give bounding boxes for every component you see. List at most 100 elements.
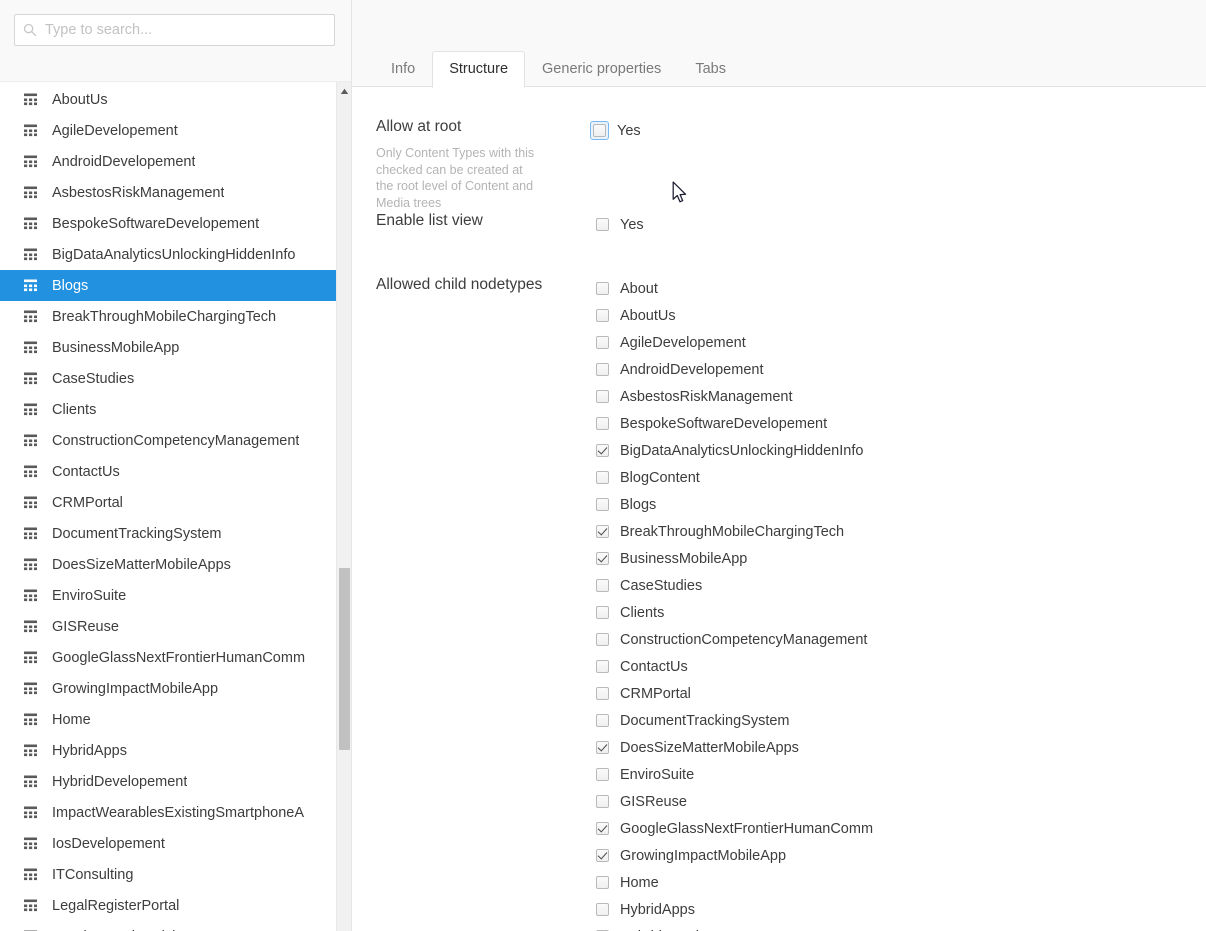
tree-item-asbestosriskmanagement[interactable]: AsbestosRiskManagement: [0, 177, 351, 208]
tree-item-home[interactable]: Home: [0, 704, 351, 735]
tree-item-crmportal[interactable]: CRMPortal: [0, 487, 351, 518]
tree-item-gisreuse[interactable]: GISReuse: [0, 611, 351, 642]
nodetype-option-row[interactable]: GISReuse: [596, 788, 1206, 815]
tree-item-aboutus[interactable]: AboutUs: [0, 84, 351, 115]
nodetype-option-row[interactable]: AgileDevelopement: [596, 329, 1206, 356]
tree-item-blogs[interactable]: Blogs: [0, 270, 351, 301]
tree-item-legalregisterportal[interactable]: LegalRegisterPortal: [0, 890, 351, 921]
nodetype-checkbox[interactable]: [596, 309, 609, 322]
nodetype-option-row[interactable]: GrowingImpactMobileApp: [596, 842, 1206, 869]
nodetype-option-row[interactable]: ConstructionCompetencyManagement: [596, 626, 1206, 653]
tree-item-breakthroughmobilechargingtech[interactable]: BreakThroughMobileChargingTech: [0, 301, 351, 332]
document-type-grid-icon: [24, 837, 39, 850]
nodetype-option-row[interactable]: BigDataAnalyticsUnlockingHiddenInfo: [596, 437, 1206, 464]
tree-item-businessmobileapp[interactable]: BusinessMobileApp: [0, 332, 351, 363]
nodetype-checkbox[interactable]: [596, 552, 609, 565]
tab-tabs[interactable]: Tabs: [678, 51, 743, 87]
tab-info[interactable]: Info: [374, 51, 432, 87]
tree-item-androiddevelopement[interactable]: AndroidDevelopement: [0, 146, 351, 177]
tree-item-bigdataanalyticsunlockinghiddeninfo[interactable]: BigDataAnalyticsUnlockingHiddenInfo: [0, 239, 351, 270]
tree-item-bespokesoftwaredevelopement[interactable]: BespokeSoftwareDevelopement: [0, 208, 351, 239]
nodetype-option-row[interactable]: AboutUs: [596, 302, 1206, 329]
tab-structure[interactable]: Structure: [432, 51, 525, 88]
nodetype-checkbox-label: BlogContent: [620, 470, 700, 486]
nodetype-option-row[interactable]: Blogs: [596, 491, 1206, 518]
tree-item-levelcrosssingriskassessment[interactable]: LevelCrosssingRiskAssessment: [0, 921, 351, 931]
nodetype-option-row[interactable]: CaseStudies: [596, 572, 1206, 599]
nodetype-option-row[interactable]: EnviroSuite: [596, 761, 1206, 788]
nodetype-checkbox-label: GoogleGlassNextFrontierHumanComm: [620, 821, 873, 837]
nodetype-checkbox[interactable]: [596, 444, 609, 457]
nodetype-option-row[interactable]: BlogContent: [596, 464, 1206, 491]
nodetype-option-row[interactable]: CRMPortal: [596, 680, 1206, 707]
tree-item-agiledevelopement[interactable]: AgileDevelopement: [0, 115, 351, 146]
allow-at-root-checkbox-row[interactable]: Yes: [593, 117, 1206, 144]
allow-at-root-checkbox[interactable]: [593, 124, 606, 137]
nodetype-option-row[interactable]: DoesSizeMatterMobileApps: [596, 734, 1206, 761]
enable-list-view-checkbox-row[interactable]: Yes: [596, 211, 1206, 238]
search-box[interactable]: [14, 14, 335, 46]
nodetype-option-row[interactable]: AndroidDevelopement: [596, 356, 1206, 383]
tree-scrollbar[interactable]: [336, 82, 351, 931]
nodetype-checkbox[interactable]: [596, 687, 609, 700]
nodetype-checkbox[interactable]: [596, 741, 609, 754]
nodetype-option-row[interactable]: Home: [596, 869, 1206, 896]
tree-item-iosdevelopement[interactable]: IosDevelopement: [0, 828, 351, 859]
nodetype-checkbox[interactable]: [596, 471, 609, 484]
tree-item-impactwearablesexistingsmartphonea[interactable]: ImpactWearablesExistingSmartphoneA: [0, 797, 351, 828]
nodetype-checkbox[interactable]: [596, 336, 609, 349]
nodetype-option-row[interactable]: AsbestosRiskManagement: [596, 383, 1206, 410]
tree-item-itconsulting[interactable]: ITConsulting: [0, 859, 351, 890]
nodetype-option-row[interactable]: DocumentTrackingSystem: [596, 707, 1206, 734]
app-root: AboutUsAgileDevelopementAndroidDevelopem…: [0, 0, 1206, 931]
tree-item-envirosuite[interactable]: EnviroSuite: [0, 580, 351, 611]
caret-up-icon[interactable]: [337, 84, 351, 98]
tree-item-hybriddevelopement[interactable]: HybridDevelopement: [0, 766, 351, 797]
nodetype-option-row[interactable]: BespokeSoftwareDevelopement: [596, 410, 1206, 437]
nodetype-option-row[interactable]: BreakThroughMobileChargingTech: [596, 518, 1206, 545]
nodetype-option-row[interactable]: Clients: [596, 599, 1206, 626]
nodetype-checkbox[interactable]: [596, 876, 609, 889]
nodetype-checkbox[interactable]: [596, 633, 609, 646]
nodetype-checkbox[interactable]: [596, 390, 609, 403]
tree-item-hybridapps[interactable]: HybridApps: [0, 735, 351, 766]
nodetype-option-row[interactable]: ContactUs: [596, 653, 1206, 680]
tree-scrollbar-thumb[interactable]: [339, 568, 350, 750]
nodetype-checkbox-label: Blogs: [620, 497, 656, 513]
nodetype-checkbox[interactable]: [596, 498, 609, 511]
document-type-grid-icon: [24, 496, 39, 509]
tree-item-constructioncompetencymanagement[interactable]: ConstructionCompetencyManagement: [0, 425, 351, 456]
tree-item-documenttrackingsystem[interactable]: DocumentTrackingSystem: [0, 518, 351, 549]
nodetype-checkbox[interactable]: [596, 417, 609, 430]
nodetype-option-row[interactable]: GoogleGlassNextFrontierHumanComm: [596, 815, 1206, 842]
nodetype-option-row[interactable]: HybridApps: [596, 896, 1206, 923]
nodetype-checkbox[interactable]: [596, 849, 609, 862]
tree-item-contactus[interactable]: ContactUs: [0, 456, 351, 487]
search-input[interactable]: [45, 15, 334, 45]
tree-item-doessizemattermobileapps[interactable]: DoesSizeMatterMobileApps: [0, 549, 351, 580]
tree-item-googleglassnextfrontierhumancomm[interactable]: GoogleGlassNextFrontierHumanComm: [0, 642, 351, 673]
nodetype-option-row[interactable]: HybridDevelopement: [596, 923, 1206, 931]
nodetype-checkbox[interactable]: [596, 363, 609, 376]
nodetype-option-row[interactable]: About: [596, 275, 1206, 302]
nodetype-checkbox[interactable]: [596, 795, 609, 808]
nodetype-checkbox[interactable]: [596, 282, 609, 295]
nodetype-checkbox[interactable]: [596, 579, 609, 592]
tree-item-clients[interactable]: Clients: [0, 394, 351, 425]
document-type-grid-icon: [24, 868, 39, 881]
nodetype-checkbox[interactable]: [596, 903, 609, 916]
tree-item-casestudies[interactable]: CaseStudies: [0, 363, 351, 394]
enable-list-view-checkbox[interactable]: [596, 218, 609, 231]
nodetype-checkbox[interactable]: [596, 660, 609, 673]
allowed-child-nodetypes-list: AboutAboutUsAgileDevelopementAndroidDeve…: [596, 275, 1206, 931]
tab-generic-properties[interactable]: Generic properties: [525, 51, 678, 87]
nodetype-checkbox[interactable]: [596, 606, 609, 619]
nodetype-checkbox[interactable]: [596, 525, 609, 538]
nodetype-checkbox-label: ConstructionCompetencyManagement: [620, 632, 867, 648]
tree-item-growingimpactmobileapp[interactable]: GrowingImpactMobileApp: [0, 673, 351, 704]
nodetype-checkbox[interactable]: [596, 768, 609, 781]
nodetype-option-row[interactable]: BusinessMobileApp: [596, 545, 1206, 572]
nodetype-checkbox[interactable]: [596, 714, 609, 727]
nodetype-checkbox[interactable]: [596, 822, 609, 835]
tree-item-label: ConstructionCompetencyManagement: [52, 433, 299, 449]
